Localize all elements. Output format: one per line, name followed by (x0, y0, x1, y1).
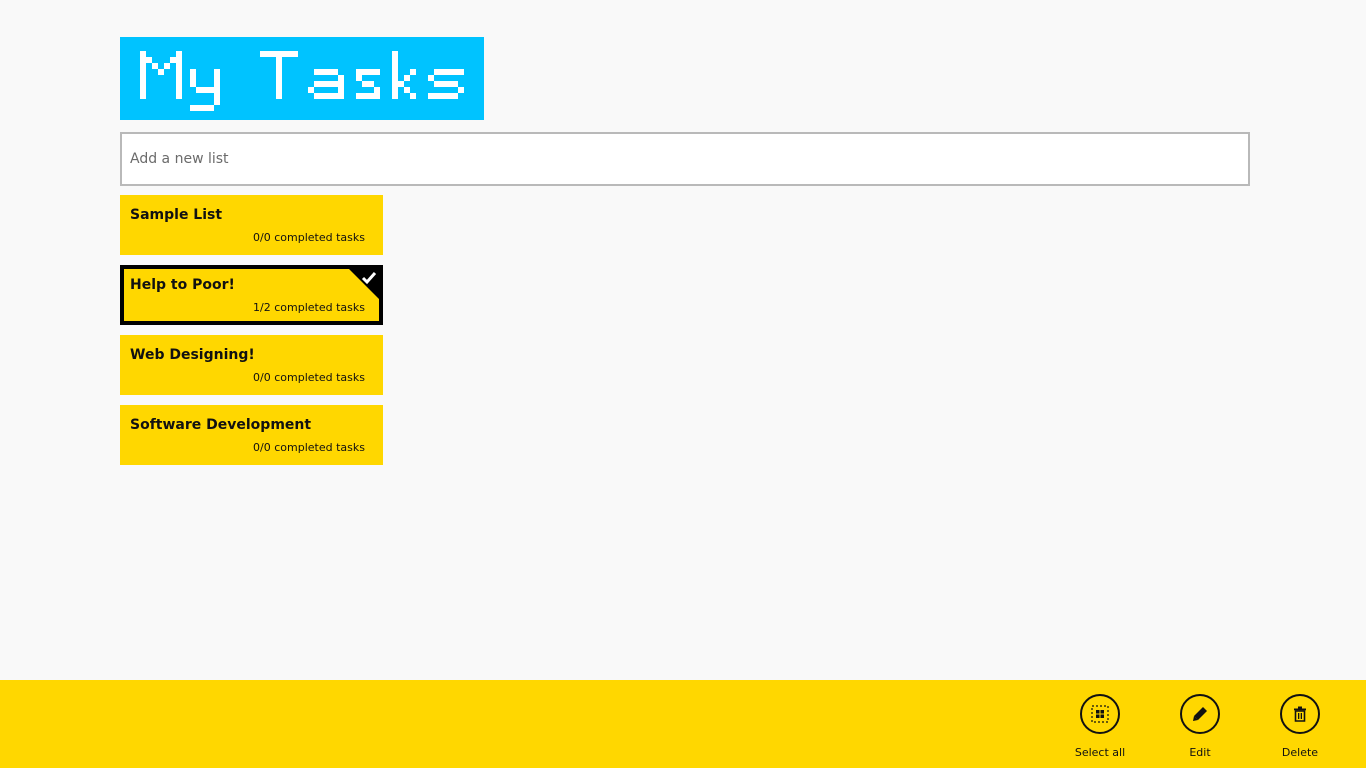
list-name: Software Development (130, 417, 312, 433)
list-completed-count: 0/0 completed tasks (253, 441, 365, 454)
trash-icon (1280, 694, 1320, 734)
list-completed-count: 0/0 completed tasks (253, 231, 365, 244)
select-all-icon (1080, 694, 1120, 734)
bottom-app-bar: Select all Edit Delete (0, 680, 1366, 768)
select-all-label: Select all (1074, 746, 1126, 759)
list-tile[interactable]: Sample List 0/0 completed tasks (120, 195, 383, 255)
edit-label: Edit (1189, 746, 1211, 759)
delete-label: Delete (1281, 746, 1319, 759)
edit-button[interactable]: Edit (1160, 694, 1240, 759)
select-all-button[interactable]: Select all (1060, 694, 1140, 759)
list-tile[interactable]: Software Development 0/0 completed tasks (120, 405, 383, 465)
checkmark-icon (347, 267, 381, 301)
list-completed-count: 0/0 completed tasks (253, 371, 365, 384)
list-tile-selected[interactable]: Help to Poor! 1/2 completed tasks (120, 265, 383, 325)
delete-button[interactable]: Delete (1260, 694, 1340, 759)
list-tile[interactable]: Web Designing! 0/0 completed tasks (120, 335, 383, 395)
pencil-icon (1180, 694, 1220, 734)
list-name: Sample List (130, 207, 223, 223)
list-completed-count: 1/2 completed tasks (253, 301, 365, 314)
new-list-input[interactable] (120, 132, 1250, 186)
app-title-logo: My Tasks (120, 37, 484, 120)
list-name: Web Designing! (130, 347, 255, 363)
app-root: My Tasks (0, 0, 1366, 768)
list-name: Help to Poor! (130, 277, 235, 293)
task-lists-grid: Sample List 0/0 completed tasks Help to … (120, 195, 383, 475)
pixel-title-graphic (140, 51, 464, 111)
